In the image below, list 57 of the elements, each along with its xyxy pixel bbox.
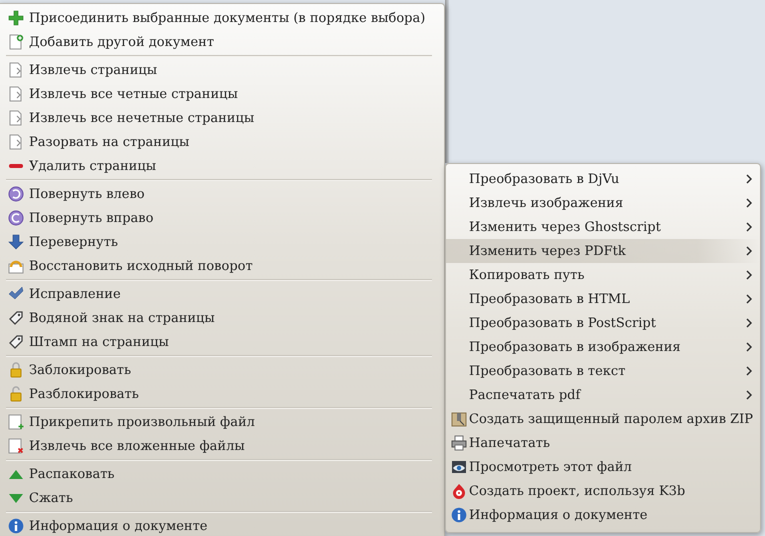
menu-item[interactable]: Распаковать bbox=[0, 462, 444, 486]
menu-item[interactable]: Присоединить выбранные документы (в порядке выбора) bbox=[0, 6, 444, 30]
page-icon bbox=[8, 86, 24, 102]
menu-item[interactable]: Водяной знак на страницы bbox=[0, 306, 444, 330]
menu-item[interactable]: Изменить через Ghostscript bbox=[446, 215, 760, 239]
menu-item[interactable]: Разорвать на страницы bbox=[0, 130, 444, 154]
page-icon bbox=[8, 62, 24, 78]
unlocked-icon bbox=[8, 386, 24, 402]
menu-item[interactable]: Преобразовать в HTML bbox=[446, 287, 760, 311]
down-arrow-icon bbox=[8, 234, 24, 250]
page-icon bbox=[8, 134, 24, 150]
lock-icon bbox=[8, 362, 24, 378]
menu-item[interactable]: Прикрепить произвольный файл bbox=[0, 410, 444, 434]
menu-item[interactable]: Повернуть вправо bbox=[0, 206, 444, 230]
menu-item[interactable]: Создать защищенный паролем архив ZIP bbox=[446, 407, 760, 431]
menu-item[interactable]: Информация о документе bbox=[0, 514, 444, 536]
menu-item[interactable]: Повернуть влево bbox=[0, 182, 444, 206]
menu-item[interactable]: Извлечь все четные страницы bbox=[0, 82, 444, 106]
document-x-icon bbox=[8, 438, 24, 454]
menu-item[interactable]: Исправление bbox=[0, 282, 444, 306]
menu-item[interactable]: Преобразовать в DjVu bbox=[446, 167, 760, 191]
menu-item[interactable]: Распечатать pdf bbox=[446, 383, 760, 407]
menu-item[interactable]: Преобразовать в текст bbox=[446, 359, 760, 383]
checkmark-icon bbox=[8, 286, 24, 302]
menu-item[interactable]: Разблокировать bbox=[0, 382, 444, 406]
document-plus-icon bbox=[8, 34, 24, 50]
menu-item[interactable]: Сжать bbox=[0, 486, 444, 510]
eye-icon bbox=[451, 459, 467, 475]
menu-item[interactable]: Заблокировать bbox=[0, 358, 444, 382]
tag-icon bbox=[8, 334, 24, 350]
page-icon bbox=[8, 110, 24, 126]
printer-icon bbox=[451, 435, 467, 451]
menu-item[interactable]: Перевернуть bbox=[0, 230, 444, 254]
rotate-left-icon bbox=[8, 186, 24, 202]
menu-item[interactable]: Извлечь страницы bbox=[0, 58, 444, 82]
plus-icon bbox=[8, 10, 24, 26]
menu-item[interactable]: Восстановить исходный поворот bbox=[0, 254, 444, 278]
menu-item[interactable]: Удалить страницы bbox=[0, 154, 444, 178]
document-plus-icon bbox=[8, 414, 24, 430]
menu-item[interactable]: Копировать путь bbox=[446, 263, 760, 287]
menu-item[interactable]: Преобразовать в изображения bbox=[446, 335, 760, 359]
menu-item[interactable]: Извлечь все вложенные файлы bbox=[0, 434, 444, 458]
menu-item[interactable]: Преобразовать в PostScript bbox=[446, 311, 760, 335]
tag-icon bbox=[8, 310, 24, 326]
info-icon bbox=[451, 507, 467, 523]
menu-item[interactable]: Добавить другой документ bbox=[0, 30, 444, 54]
flame-icon bbox=[451, 483, 467, 499]
menu-item[interactable]: Извлечь все нечетные страницы bbox=[0, 106, 444, 130]
menu-item[interactable]: Напечатать bbox=[446, 431, 760, 455]
menu-item[interactable]: Информация о документе bbox=[446, 503, 760, 527]
menu-item[interactable]: Просмотреть этот файл bbox=[446, 455, 760, 479]
menu-item[interactable]: Извлечь изображения bbox=[446, 191, 760, 215]
archive-icon bbox=[451, 411, 467, 427]
info-icon bbox=[8, 518, 24, 534]
rotate-right-icon bbox=[8, 210, 24, 226]
menu-item[interactable]: Создать проект, используя K3b bbox=[446, 479, 760, 503]
menu-item[interactable]: Штамп на страницы bbox=[0, 330, 444, 354]
